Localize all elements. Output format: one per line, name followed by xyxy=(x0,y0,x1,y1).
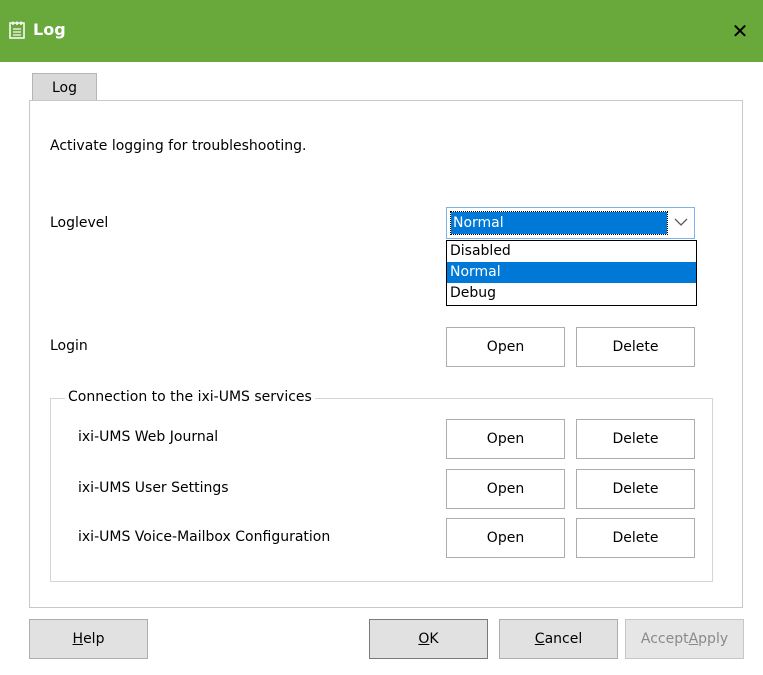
accept-label-rest: pply xyxy=(698,631,729,647)
web-journal-label: ixi-UMS Web Journal xyxy=(78,429,219,445)
chevron-down-icon xyxy=(674,218,688,226)
help-mnemonic: H xyxy=(72,631,84,647)
log-dialog: Log ✕ Log Activate logging for troublesh… xyxy=(0,0,763,675)
tab-log[interactable]: Log xyxy=(32,73,97,101)
cancel-mnemonic: C xyxy=(534,631,545,647)
ok-button[interactable]: OK xyxy=(369,619,488,659)
loglevel-option-debug[interactable]: Debug xyxy=(447,283,696,304)
ok-mnemonic: O xyxy=(418,631,430,647)
accept-apply-button[interactable]: Accept Apply xyxy=(625,619,744,659)
accept-label-prefix: Accept xyxy=(640,631,689,647)
intro-text: Activate logging for troubleshooting. xyxy=(50,138,307,154)
voice-mailbox-label: ixi-UMS Voice-Mailbox Configuration xyxy=(78,529,331,545)
web-journal-open-button[interactable]: Open xyxy=(446,419,565,459)
loglevel-option-disabled[interactable]: Disabled xyxy=(447,241,696,262)
cancel-button[interactable]: Cancel xyxy=(499,619,618,659)
loglevel-label: Loglevel xyxy=(50,215,109,231)
help-button[interactable]: Help xyxy=(29,619,148,659)
notepad-icon xyxy=(9,21,25,39)
user-settings-open-button[interactable]: Open xyxy=(446,469,565,509)
close-button[interactable]: ✕ xyxy=(717,0,763,62)
login-delete-button[interactable]: Delete xyxy=(576,327,695,367)
help-label-rest: elp xyxy=(83,631,105,647)
web-journal-delete-button[interactable]: Delete xyxy=(576,419,695,459)
login-open-button[interactable]: Open xyxy=(446,327,565,367)
user-settings-label: ixi-UMS User Settings xyxy=(78,480,229,496)
close-icon: ✕ xyxy=(731,19,749,43)
user-settings-delete-button[interactable]: Delete xyxy=(576,469,695,509)
loglevel-option-normal[interactable]: Normal xyxy=(447,262,696,283)
loglevel-dropdown-list: Disabled Normal Debug xyxy=(446,240,697,306)
loglevel-select[interactable]: Normal xyxy=(446,207,695,239)
title-bar[interactable]: Log ✕ xyxy=(0,0,763,62)
cancel-label-rest: ancel xyxy=(544,631,583,647)
loglevel-selected-value: Normal xyxy=(450,211,668,235)
tab-label: Log xyxy=(51,79,77,96)
accept-mnemonic: A xyxy=(688,631,699,647)
login-label: Login xyxy=(50,338,88,354)
ok-label-rest: K xyxy=(429,631,439,647)
voice-mailbox-delete-button[interactable]: Delete xyxy=(576,518,695,558)
window-title: Log xyxy=(33,20,66,39)
services-group-label: Connection to the ixi-UMS services xyxy=(65,389,315,405)
voice-mailbox-open-button[interactable]: Open xyxy=(446,518,565,558)
